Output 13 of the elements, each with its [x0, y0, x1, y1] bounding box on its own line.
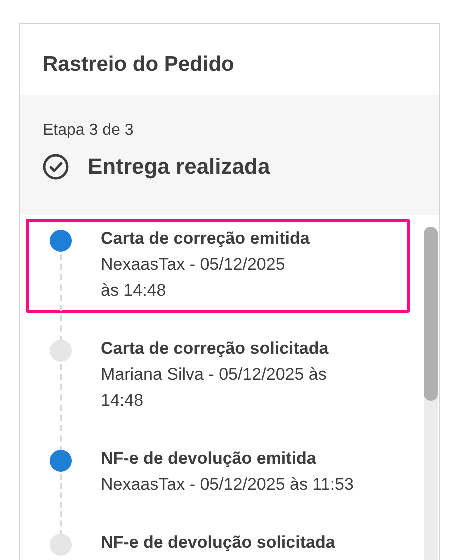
scrollbar[interactable] — [424, 227, 438, 560]
panel-title: Rastreio do Pedido — [43, 52, 234, 76]
event-title: NF-e de devolução solicitada — [101, 532, 336, 554]
event-meta: Mariana Silva - 05/12/2025 às 14:48 — [101, 364, 328, 412]
status-label: Entrega realizada — [88, 154, 270, 180]
event-meta: NexaasTax - 05/12/2025 às 11:53 — [101, 474, 354, 496]
check-circle-icon — [43, 154, 69, 180]
event-title: Carta de correção emitida — [101, 228, 310, 250]
event-title: Carta de correção solicitada — [101, 338, 329, 360]
scrollbar-thumb[interactable] — [424, 227, 438, 401]
event-title: NF-e de devolução emitida — [101, 448, 318, 470]
step-counter: Etapa 3 de 3 — [43, 122, 135, 140]
event-meta: NexaasTax - 05/12/2025 às 14:48 — [101, 254, 286, 302]
